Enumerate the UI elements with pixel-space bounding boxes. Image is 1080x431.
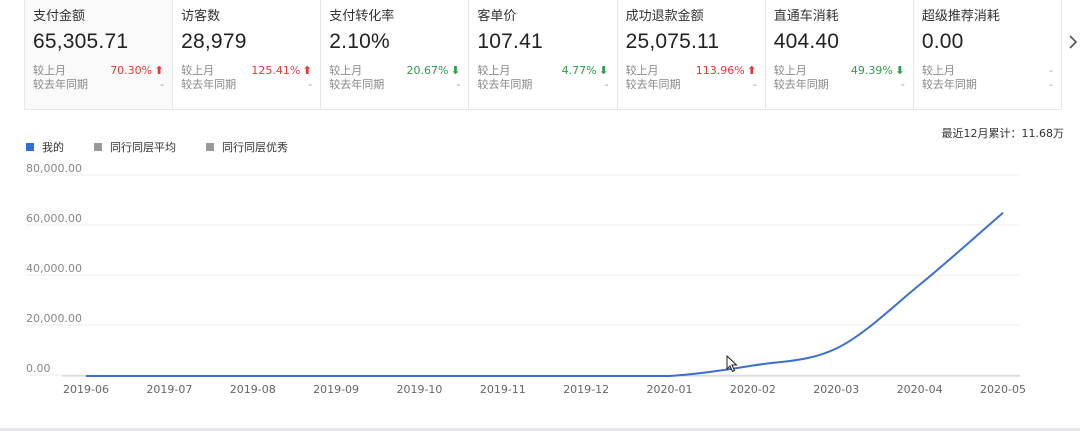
mom-label: 较上月 xyxy=(181,64,215,77)
x-tick-label: 2019-06 xyxy=(63,383,109,396)
mom-value: 113.96% xyxy=(695,64,745,77)
yoy-value: - xyxy=(752,78,757,91)
arrow-down-icon: ⬇ xyxy=(598,64,609,77)
arrow-up-icon: ⬆ xyxy=(302,64,312,77)
cumulative-total: 最近12月累计：11.68万 xyxy=(941,127,1065,140)
y-tick-label: 40,000.00 xyxy=(26,262,82,275)
x-tick-label: 2020-02 xyxy=(730,383,776,396)
x-tick-label: 2019-12 xyxy=(563,383,609,396)
yoy-label: 较去年同期 xyxy=(33,78,88,91)
arrow-down-icon: ⬇ xyxy=(450,64,461,77)
x-tick-label: 2020-03 xyxy=(813,383,859,396)
metric-title: 成功退款金额 xyxy=(625,9,704,24)
metric-value: 2.10% xyxy=(329,30,390,53)
metric-value: 0.00 xyxy=(921,30,964,53)
series-line-我的 xyxy=(86,211,1004,377)
mom-label: 较上月 xyxy=(329,64,363,77)
metric-value: 107.41 xyxy=(477,30,543,53)
x-tick-label: 2020-05 xyxy=(980,383,1026,396)
mom-label: 较上月 xyxy=(773,64,807,77)
yoy-label: 较去年同期 xyxy=(477,78,533,91)
yoy-label: 较去年同期 xyxy=(921,78,977,91)
yoy-label: 较去年同期 xyxy=(329,78,385,91)
line-chart: 0.00 20,000.00 40,000.00 60,000.00 80,000.00… xyxy=(26,162,1026,396)
arrow-up-icon: ⬆ xyxy=(747,64,757,77)
x-tick-label: 2019-11 xyxy=(480,383,526,396)
mom-label: 较上月 xyxy=(33,64,66,77)
mouse-cursor-icon xyxy=(726,355,738,373)
yoy-value: - xyxy=(900,78,905,91)
mom-value: 4.77% xyxy=(561,64,597,77)
metric-card[interactable]: 支付转化率 2.10% 较上月 20.67% ⬇ 较去年同期 - xyxy=(321,0,470,109)
x-tick-label: 2019-07 xyxy=(146,383,192,396)
mom-value: 20.67% xyxy=(406,64,449,77)
metric-card[interactable]: 访客数 28,979 较上月 125.41% ⬆ 较去年同期 - xyxy=(173,0,322,109)
y-tick-label: 80,000.00 xyxy=(26,162,82,175)
mom-label: 较上月 xyxy=(477,64,511,77)
y-tick-label: 60,000.00 xyxy=(26,212,82,225)
metric-value: 404.40 xyxy=(773,30,840,53)
metrics-panel: 支付金额 65,305.71 较上月 70.30% ⬆ 较去年同期 - 访客数 28,979 较上… xyxy=(24,0,1062,110)
metric-title: 支付转化率 xyxy=(329,9,395,24)
mom-value: - xyxy=(1049,64,1053,77)
x-tick-label: 2019-10 xyxy=(396,383,442,396)
metric-value: 65,305.71 xyxy=(33,30,129,53)
yoy-value: - xyxy=(456,78,461,91)
y-tick-label: 0.00 xyxy=(26,362,51,375)
x-tick-label: 2019-09 xyxy=(313,383,359,396)
chevron-right-icon[interactable] xyxy=(1068,34,1080,54)
metric-card[interactable]: 支付金额 65,305.71 较上月 70.30% ⬆ 较去年同期 - xyxy=(25,0,174,109)
yoy-value: - xyxy=(604,78,609,91)
yoy-value: - xyxy=(308,78,313,91)
mom-value: 49.39% xyxy=(850,64,893,77)
x-tick-label: 2020-04 xyxy=(897,383,943,396)
x-tick-label: 2020-01 xyxy=(647,383,693,396)
yoy-label: 较去年同期 xyxy=(625,78,681,91)
yoy-label: 较去年同期 xyxy=(773,78,829,91)
metric-card[interactable]: 客单价 107.41 较上月 4.77% ⬇ 较去年同期 - xyxy=(469,0,618,109)
metric-title: 客单价 xyxy=(477,9,517,24)
metric-card[interactable]: 超级推荐消耗 0.00 较上月 - 较去年同期 - xyxy=(914,0,1061,109)
mom-value: 70.30% xyxy=(110,64,153,77)
y-tick-label: 20,000.00 xyxy=(26,312,82,325)
metric-title: 访客数 xyxy=(181,9,221,24)
yoy-value: - xyxy=(1049,78,1053,91)
yoy-label: 较去年同期 xyxy=(181,78,237,91)
arrow-down-icon: ⬇ xyxy=(895,64,905,77)
metric-value: 28,979 xyxy=(181,30,247,53)
x-tick-label: 2019-08 xyxy=(230,383,276,396)
metric-card[interactable]: 直通车消耗 404.40 较上月 49.39% ⬇ 较去年同期 - xyxy=(766,0,914,109)
mom-label: 较上月 xyxy=(921,64,955,77)
metric-value: 25,075.11 xyxy=(625,30,720,53)
yoy-value: - xyxy=(160,78,165,91)
metric-title: 直通车消耗 xyxy=(773,9,839,24)
arrow-up-icon: ⬆ xyxy=(154,64,164,77)
mom-label: 较上月 xyxy=(625,64,659,77)
metric-title: 支付金额 xyxy=(33,9,86,24)
metric-card[interactable]: 成功退款金额 25,075.11 较上月 113.96% ⬆ 较去年同期 - xyxy=(618,0,766,109)
mom-value: 125.41% xyxy=(251,64,301,77)
metric-title: 超级推荐消耗 xyxy=(921,9,1000,24)
